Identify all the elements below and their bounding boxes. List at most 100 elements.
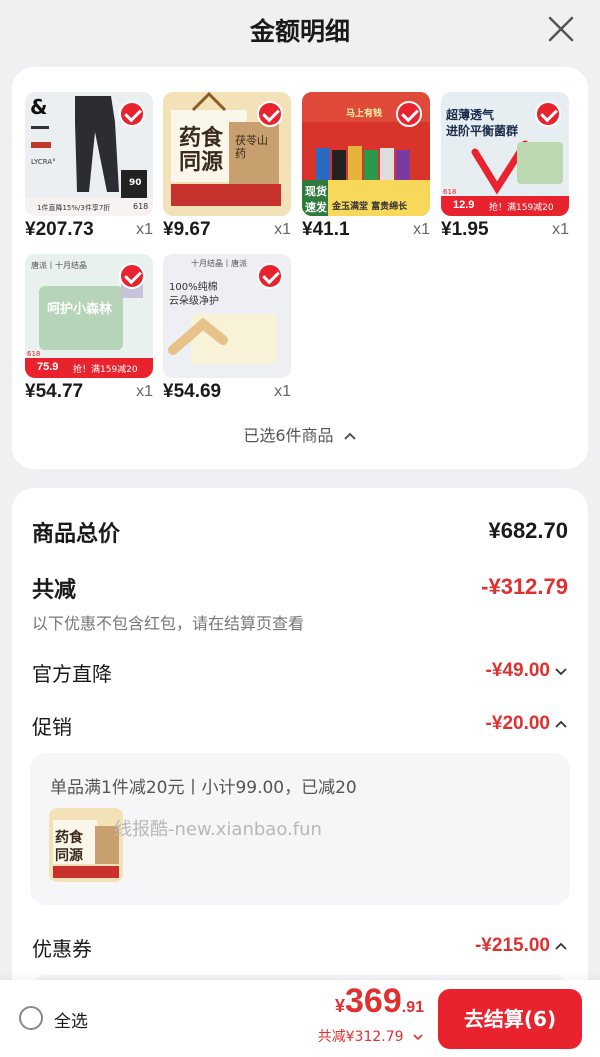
- price-breakdown-card: 商品总价 ¥682.70 共减 -¥312.79 以下优惠不包含红包，请在结算页…: [12, 488, 588, 1057]
- saved-amount: 共减¥312.79: [317, 1029, 404, 1045]
- promo-value: -¥20.00: [485, 713, 550, 734]
- product-image[interactable]: 唐派丨十月结晶 呵护小森林 75.9 抢！满159减20 618: [25, 254, 153, 378]
- chevron-down-icon: [555, 668, 567, 676]
- official-discount-toggle[interactable]: -¥49.00: [486, 660, 568, 682]
- price-row: ¥207.73 x1: [25, 219, 153, 241]
- product-price: ¥54.69: [163, 381, 222, 402]
- checkout-button[interactable]: 去结算(6): [438, 989, 582, 1049]
- price-row: ¥41.1 x1: [302, 219, 430, 241]
- price-row: ¥1.95 x1: [441, 219, 569, 241]
- check-icon[interactable]: [257, 263, 283, 289]
- product-image[interactable]: 十月结晶丨唐派 100%纯棉 云朵级净护: [163, 254, 291, 378]
- header: 金额明细: [0, 0, 600, 62]
- product-price: ¥9.67: [163, 219, 211, 240]
- total-discount-value: -¥312.79: [481, 574, 568, 599]
- product-item[interactable]: 药食同源 茯苓山药 ¥9.67 x1: [163, 92, 291, 240]
- goods-total-label: 商品总价: [32, 522, 121, 547]
- product-image[interactable]: 马上有钱 现货 速发 金玉满堂 富贵绵长: [302, 92, 430, 216]
- promo-label: 促销: [32, 715, 72, 739]
- product-text: 超薄透气: [446, 108, 495, 122]
- official-discount-label: 官方直降: [32, 662, 112, 686]
- product-image[interactable]: 超薄透气 进阶平衡菌群 12.9 抢！满159减20 618: [441, 92, 569, 216]
- svg-text:&: &: [30, 95, 47, 119]
- product-text: LYCRA°: [31, 158, 56, 166]
- product-text: 唐派丨十月结晶: [31, 261, 87, 270]
- product-text: 云朵级净护: [169, 296, 219, 307]
- promo-product-thumb[interactable]: 药食 同源: [49, 808, 123, 882]
- product-item[interactable]: 超薄透气 进阶平衡菌群 12.9 抢！满159减20 618 ¥1.95 x1: [441, 92, 569, 240]
- promo-detail-box: 单品满1件减20元丨小计99.00，已减20 药食 同源 线报酷-new.xia…: [30, 753, 570, 905]
- product-text: 十月结晶丨唐派: [191, 259, 247, 268]
- price-row: ¥9.67 x1: [163, 219, 291, 241]
- product-item[interactable]: 唐派丨十月结晶 呵护小森林 75.9 抢！满159减20 618 ¥54.77 …: [25, 254, 153, 402]
- selected-summary-toggle[interactable]: 已选6件商品: [12, 422, 588, 446]
- coupon-label: 优惠券: [32, 937, 92, 961]
- chevron-down-icon: [413, 1034, 423, 1041]
- chevron-up-icon: [555, 942, 567, 950]
- product-item[interactable]: 十月结晶丨唐派 100%纯棉 云朵级净护 ¥54.69 x1: [163, 254, 291, 402]
- watermark: 线报酷-new.xianbao.fun: [114, 819, 322, 840]
- svg-text:药食: 药食: [55, 829, 84, 846]
- selected-summary-text: 已选6件商品: [243, 426, 334, 445]
- coupon-value: -¥215.00: [474, 935, 550, 956]
- close-button[interactable]: [546, 14, 576, 44]
- product-qty: x1: [136, 383, 153, 400]
- product-text: 速发: [305, 201, 327, 214]
- currency-symbol: ¥: [335, 996, 346, 1016]
- check-icon[interactable]: [119, 263, 145, 289]
- total-price: ¥369.91: [335, 982, 424, 1021]
- product-qty: x1: [413, 221, 430, 238]
- product-qty: x1: [274, 221, 291, 238]
- product-price: ¥41.1: [302, 219, 350, 240]
- total-discount-label: 共减: [32, 578, 77, 603]
- product-text: 金玉满堂 富贵绵长: [332, 202, 408, 212]
- product-text: 12.9: [453, 199, 475, 211]
- chevron-up-icon: [555, 720, 567, 728]
- chevron-up-icon: [343, 432, 356, 440]
- page-title: 金额明细: [249, 17, 350, 46]
- product-illustration: 药食 同源: [49, 808, 123, 882]
- product-text: 75.9: [37, 361, 59, 373]
- select-all-label[interactable]: 全选: [54, 1007, 88, 1032]
- product-price: ¥207.73: [25, 219, 94, 240]
- product-text: 呵护小森林: [47, 302, 113, 317]
- official-discount-value: -¥49.00: [485, 660, 550, 681]
- product-text: 618: [133, 202, 149, 211]
- product-text: 618: [443, 188, 457, 196]
- promo-toggle[interactable]: -¥20.00: [486, 713, 568, 735]
- total-price-decimal: .91: [401, 999, 424, 1016]
- product-price: ¥54.77: [25, 381, 84, 402]
- product-text: 100%纯棉: [169, 282, 218, 293]
- product-price: ¥1.95: [441, 219, 489, 240]
- product-qty: x1: [136, 221, 153, 238]
- price-row: ¥54.69 x1: [163, 381, 291, 403]
- promo-detail-text: 单品满1件减20元丨小计99.00，已减20: [50, 778, 357, 798]
- product-text: 抢！满159减20: [489, 203, 554, 213]
- product-image[interactable]: & LYCRA° 1件直降15%/3件享7折 618 90: [25, 92, 153, 216]
- total-price-integer: 369: [345, 982, 402, 1020]
- check-icon[interactable]: [396, 101, 422, 127]
- product-text: 进阶平衡菌群: [446, 124, 519, 138]
- product-item[interactable]: 马上有钱 现货 速发 金玉满堂 富贵绵长 ¥41.1 x1: [302, 92, 430, 240]
- product-text: 抢！满159减20: [73, 365, 138, 375]
- radio-icon[interactable]: [19, 1006, 43, 1030]
- checkout-bar: 全选 ¥369.91 共减¥312.79 去结算(6): [0, 980, 600, 1057]
- product-image[interactable]: 药食同源 茯苓山药: [163, 92, 291, 216]
- close-icon: [548, 16, 574, 42]
- check-icon[interactable]: [535, 101, 561, 127]
- discount-note: 以下优惠不包含红包，请在结算页查看: [32, 614, 305, 633]
- product-item[interactable]: & LYCRA° 1件直降15%/3件享7折 618 90 ¥207.73 x1: [25, 92, 153, 240]
- saved-amount-toggle[interactable]: 共减¥312.79: [318, 1026, 424, 1046]
- product-text: 现货: [305, 185, 327, 198]
- product-text: 药食同源: [179, 125, 224, 175]
- product-text: 马上有钱: [346, 109, 383, 119]
- check-icon[interactable]: [119, 101, 145, 127]
- svg-text:同源: 同源: [55, 847, 83, 864]
- product-text: 1件直降15%/3件享7折: [37, 204, 111, 212]
- coupon-toggle[interactable]: -¥215.00: [475, 935, 568, 957]
- product-text: 茯苓山药: [235, 134, 268, 160]
- product-text: 90: [129, 178, 142, 188]
- product-text: 618: [27, 350, 41, 358]
- product-qty: x1: [552, 221, 569, 238]
- check-icon[interactable]: [257, 101, 283, 127]
